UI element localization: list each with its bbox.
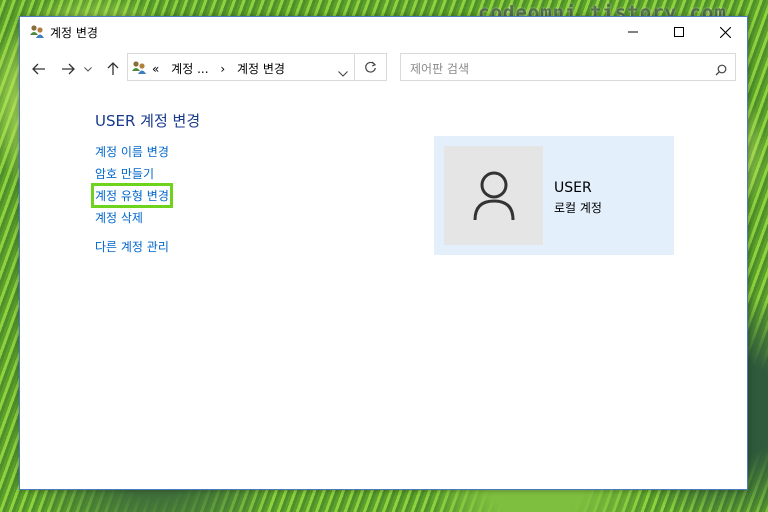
maximize-button[interactable] (656, 17, 702, 47)
window-title: 계정 변경 (50, 26, 98, 40)
refresh-icon (365, 61, 377, 73)
search-icon[interactable] (715, 61, 727, 80)
back-button[interactable] (29, 59, 49, 79)
minimize-icon (628, 31, 638, 33)
up-button[interactable] (103, 59, 123, 79)
minimize-button[interactable] (610, 17, 656, 47)
chevron-down-icon (338, 71, 348, 77)
breadcrumb: « 계정 ... › 계정 변경 (152, 60, 293, 77)
breadcrumb-overflow[interactable]: « (152, 62, 159, 76)
page-title: USER 계정 변경 (95, 112, 201, 130)
close-icon (719, 26, 731, 38)
refresh-button[interactable] (355, 53, 387, 81)
users-icon (29, 24, 45, 40)
search-placeholder: 제어판 검색 (410, 62, 470, 76)
close-button[interactable] (702, 17, 748, 47)
recent-locations-button[interactable] (82, 59, 94, 79)
forward-button[interactable] (58, 59, 78, 79)
users-icon (131, 60, 147, 76)
search-box[interactable]: 제어판 검색 (400, 53, 736, 81)
chevron-down-icon (84, 66, 92, 72)
navigation-bar: « 계정 ... › 계정 변경 제어판 검색 (20, 53, 747, 85)
up-arrow-icon (107, 62, 119, 75)
change-account-type-link[interactable]: 계정 유형 변경 (91, 183, 173, 208)
breadcrumb-item-change-account[interactable]: 계정 변경 (237, 62, 285, 76)
account-type: 로컬 계정 (554, 201, 602, 215)
breadcrumb-item-accounts[interactable]: 계정 ... (171, 62, 208, 76)
rename-account-link[interactable]: 계정 이름 변경 (95, 143, 169, 160)
account-name: USER (554, 180, 592, 196)
control-panel-window: 계정 변경 « 계정 ... › 계정 변경 제어판 검색 USER 계정 변경… (19, 16, 748, 490)
address-bar[interactable]: « 계정 ... › 계정 변경 (127, 53, 355, 81)
breadcrumb-separator[interactable]: › (220, 62, 225, 76)
account-card: USER 로컬 계정 (434, 136, 674, 255)
user-icon (473, 171, 514, 220)
address-dropdown-button[interactable] (338, 62, 348, 81)
maximize-icon (674, 27, 684, 37)
manage-other-accounts-link[interactable]: 다른 계정 관리 (95, 238, 169, 255)
forward-arrow-icon (62, 63, 75, 75)
create-password-link[interactable]: 암호 만들기 (95, 165, 154, 182)
title-bar[interactable]: 계정 변경 (20, 17, 747, 47)
avatar (444, 146, 543, 245)
delete-account-link[interactable]: 계정 삭제 (95, 209, 143, 226)
back-arrow-icon (32, 63, 45, 75)
